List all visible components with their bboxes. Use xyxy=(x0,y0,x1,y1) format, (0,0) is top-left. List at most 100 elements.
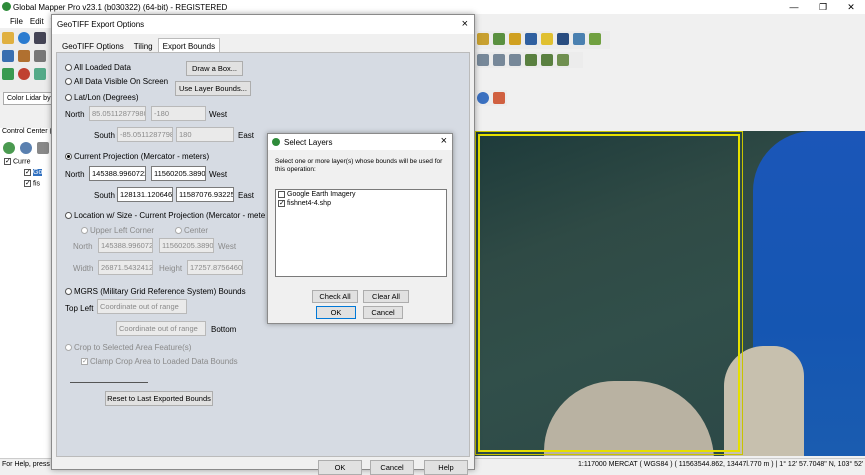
ls-west-field: 11560205.38901 xyxy=(159,238,214,253)
radio-mgrs[interactable]: MGRS (Military Grid Reference System) Bo… xyxy=(65,287,246,296)
radio-location-size[interactable]: Location w/ Size - Current Projection (M… xyxy=(65,211,265,220)
open-folder-icon[interactable] xyxy=(2,32,14,44)
select-layers-ok-button[interactable]: OK xyxy=(316,306,356,319)
clear-all-button[interactable]: Clear All xyxy=(363,290,409,303)
maximize-button[interactable]: ❐ xyxy=(809,0,837,14)
minimize-button[interactable]: — xyxy=(780,0,808,14)
dialog-cancel-button[interactable]: Cancel xyxy=(370,460,414,475)
draw-box-button[interactable]: Draw a Box... xyxy=(186,61,243,76)
latlon-south-label: South xyxy=(94,131,115,140)
script-icon[interactable] xyxy=(18,50,30,62)
cp-north-field[interactable]: 145388.9960722 xyxy=(89,166,146,181)
tree-layer-google[interactable]: ✓ Go xyxy=(24,169,43,177)
control-center-tool3-icon[interactable] xyxy=(37,142,49,154)
cp-west-field[interactable]: 11560205.38901 xyxy=(151,166,206,181)
tree-layer-fishnet[interactable]: ✓ fis xyxy=(24,180,40,187)
view-shed-icon[interactable] xyxy=(509,33,521,45)
radio-center[interactable]: Center xyxy=(175,226,208,235)
cp-east-field[interactable]: 11587076.93225 xyxy=(176,187,234,202)
pencil-icon[interactable] xyxy=(557,54,569,66)
layer-item-google[interactable]: Google Earth Imagery xyxy=(276,190,446,199)
ruler-icon[interactable] xyxy=(34,50,46,62)
radio-upper-left[interactable]: Upper Left Corner xyxy=(81,226,154,235)
attribute-icon[interactable] xyxy=(493,92,505,104)
paint-icon[interactable] xyxy=(541,54,553,66)
control-center-tool2-icon[interactable] xyxy=(20,142,32,154)
lidar-dropdown-value: Color Lidar by xyxy=(7,95,51,102)
tree-root-label: Curre xyxy=(13,158,31,166)
control-center-tool-icon[interactable] xyxy=(3,142,15,154)
right-toolbar-2 xyxy=(475,52,583,68)
close-window-button[interactable]: ✕ xyxy=(837,0,865,14)
radio-upper-left-label: Upper Left Corner xyxy=(90,226,155,235)
check-all-button[interactable]: Check All xyxy=(312,290,358,303)
tool-icon[interactable] xyxy=(477,33,489,45)
feature-icon[interactable] xyxy=(589,33,601,45)
tools-icon[interactable] xyxy=(557,33,569,45)
cp-north-label: North xyxy=(65,170,85,179)
trace-icon[interactable] xyxy=(509,54,521,66)
app-logo-icon xyxy=(2,2,11,11)
layers-icon[interactable] xyxy=(2,50,14,62)
tree-root[interactable]: ✓ Curre xyxy=(4,158,31,165)
tree-layer-google-label: Go xyxy=(33,169,43,177)
ls-north-field: 145388.9960722 xyxy=(98,238,153,253)
split-icon[interactable] xyxy=(493,54,505,66)
dialog-title: GeoTIFF Export Options xyxy=(57,20,145,29)
radio-location-size-label: Location w/ Size - Current Projection (M… xyxy=(74,211,266,220)
dialog-ok-button[interactable]: OK xyxy=(318,460,362,475)
mgrs-top-left-field: Coordinate out of range xyxy=(97,299,187,314)
radio-all-loaded[interactable]: All Loaded Data xyxy=(65,63,131,72)
dialog-help-button[interactable]: Help xyxy=(424,460,468,475)
ls-height-label: Height xyxy=(159,264,183,273)
ls-width-field: 26871.54324120 xyxy=(98,260,153,275)
layer-item-fishnet-checkbox[interactable]: ✓ xyxy=(278,199,285,207)
app-title: Global Mapper Pro v23.1 (b030322) (64-bi… xyxy=(13,2,228,12)
select-layers-cancel-button[interactable]: Cancel xyxy=(363,306,403,319)
layer-list: Google Earth Imagery ✓ fishnet4-4.shp xyxy=(275,189,447,277)
radio-crop-selected[interactable]: Crop to Selected Area Feature(s) xyxy=(65,343,191,352)
select-layers-title-bar: Select Layers × xyxy=(268,134,452,150)
brush-icon[interactable] xyxy=(525,54,537,66)
checkbox-clamp-crop[interactable]: ✓ Clamp Crop Area to Loaded Data Bounds xyxy=(81,357,238,366)
menu-file[interactable]: File xyxy=(10,17,23,26)
radio-all-loaded-label: All Loaded Data xyxy=(74,63,131,72)
terrain-icon[interactable] xyxy=(493,33,505,45)
grid-icon[interactable] xyxy=(34,32,46,44)
layer-item-google-label: Google Earth Imagery xyxy=(287,191,356,198)
target-icon[interactable] xyxy=(18,68,30,80)
radio-center-label: Center xyxy=(184,226,209,235)
select-layers-close-button[interactable]: × xyxy=(441,135,447,147)
map-view[interactable] xyxy=(474,131,865,456)
mgrs-bottom-field: Coordinate out of range xyxy=(116,321,206,336)
globe-icon[interactable] xyxy=(18,32,30,44)
select-layers-instructions: Select one or more layer(s) whose bounds… xyxy=(275,158,443,173)
image-icon[interactable] xyxy=(541,33,553,45)
layer-item-fishnet[interactable]: ✓ fishnet4-4.shp xyxy=(276,199,446,208)
radio-latlon[interactable]: Lat/Lon (Degrees) xyxy=(65,93,138,102)
lidar-dropdown[interactable]: Color Lidar by xyxy=(3,92,53,105)
latlon-west-label: West xyxy=(209,110,228,119)
path-profile-icon[interactable] xyxy=(525,33,537,45)
latlon-east-label: East xyxy=(238,131,255,140)
menu-bar: File Edit V xyxy=(0,14,56,28)
mgrs-bottom-label: Bottom xyxy=(211,325,237,334)
satellite-icon[interactable] xyxy=(573,33,585,45)
radio-all-visible-label: All Data Visible On Screen xyxy=(74,77,169,86)
menu-edit[interactable]: Edit xyxy=(30,17,44,26)
radio-current-projection[interactable]: Current Projection (Mercator - meters) xyxy=(65,152,209,161)
ls-height-field: 17257.87564605 xyxy=(187,260,243,275)
radio-all-visible[interactable]: All Data Visible On Screen xyxy=(65,77,168,86)
layer-item-google-checkbox[interactable] xyxy=(278,190,285,198)
status-help: For Help, press F xyxy=(2,461,57,468)
digitize-icon[interactable] xyxy=(2,68,14,80)
reset-bounds-button[interactable]: Reset to Last Exported Bounds xyxy=(105,391,213,406)
profile-icon[interactable] xyxy=(34,68,46,80)
edit-vertex-icon[interactable] xyxy=(477,54,489,66)
dialog-close-button[interactable]: × xyxy=(462,18,468,30)
latlon-east-field: 180 xyxy=(176,127,234,142)
cp-south-field[interactable]: 128131.1206462 xyxy=(117,187,173,202)
search-icon[interactable] xyxy=(477,92,489,104)
radio-current-projection-label: Current Projection (Mercator - meters) xyxy=(74,152,210,161)
use-layer-bounds-button[interactable]: Use Layer Bounds... xyxy=(175,81,251,96)
